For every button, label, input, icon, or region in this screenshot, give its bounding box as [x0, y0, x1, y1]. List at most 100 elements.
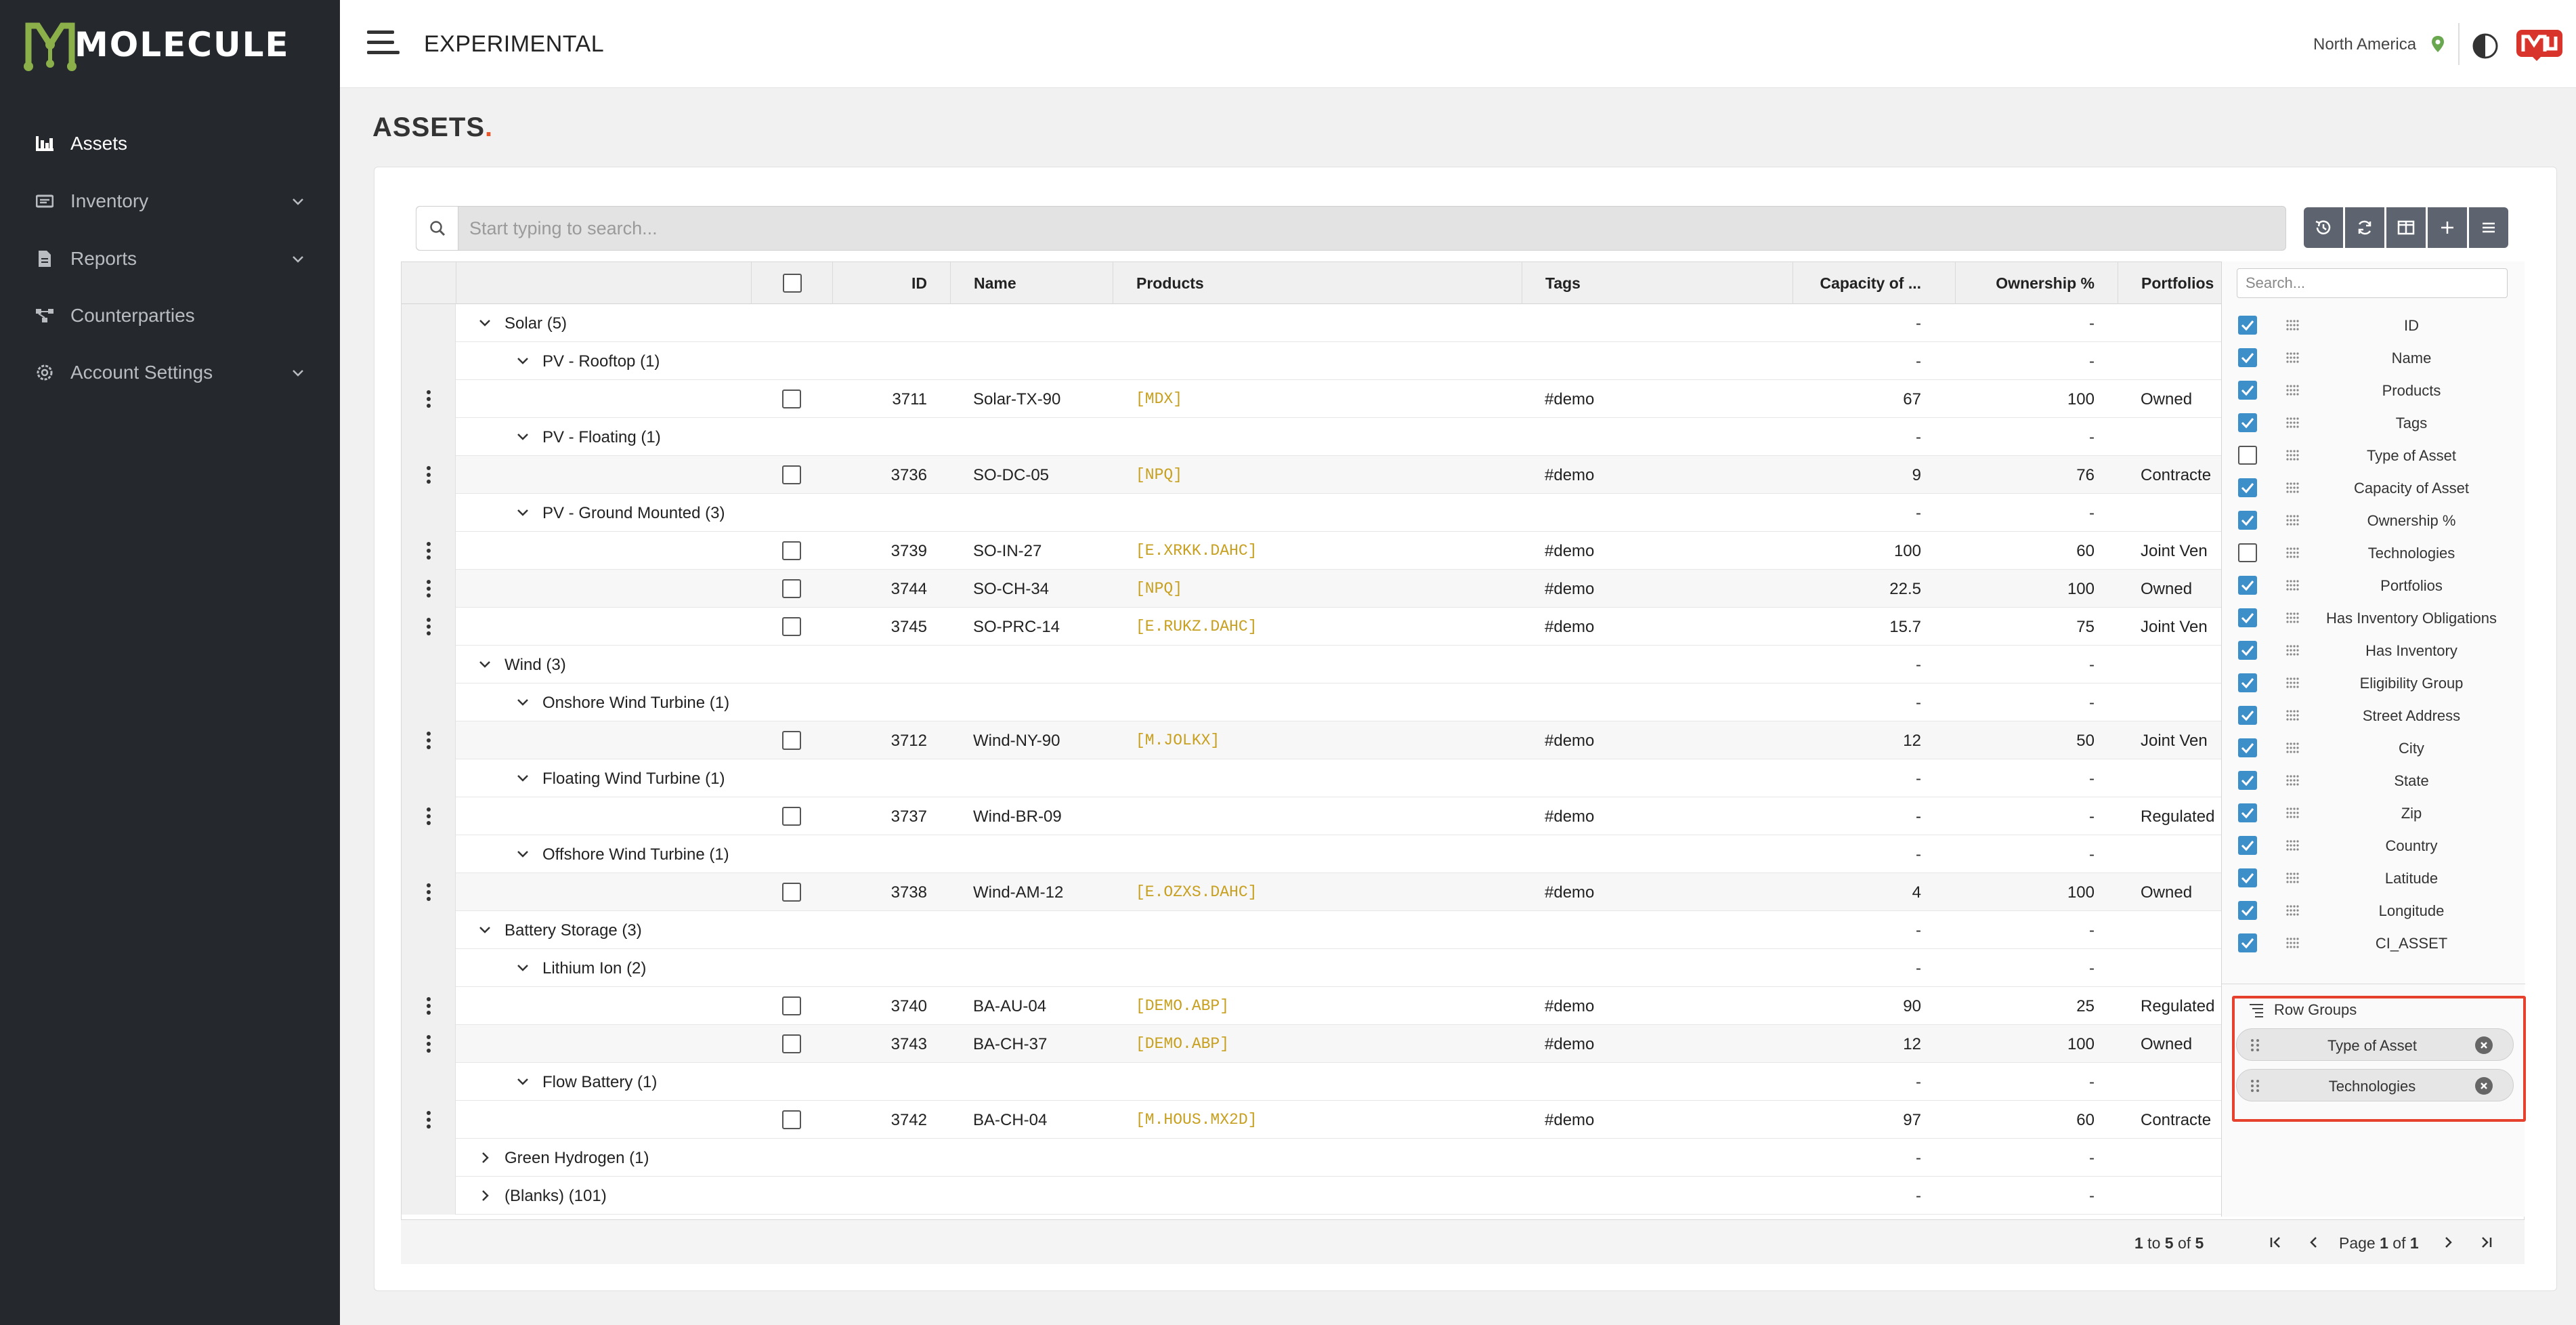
row-checkbox[interactable]: [782, 1034, 801, 1053]
drag-handle-icon[interactable]: [2285, 513, 2300, 527]
table-row[interactable]: 3742 BA-CH-04 [M.HOUS.MX2D] #demo 97 60 Contra…: [402, 1101, 2222, 1139]
add-asset-button[interactable]: [2428, 207, 2467, 248]
column-header-products[interactable]: Products: [1113, 262, 1522, 304]
column-toggle-row[interactable]: Longitude: [2222, 894, 2525, 927]
column-toggle-row[interactable]: Type of Asset: [2222, 439, 2525, 471]
column-toggle-row[interactable]: Tags: [2222, 406, 2525, 439]
column-header-portfolios[interactable]: Portfolios: [2118, 262, 2226, 304]
table-row[interactable]: 3738 Wind-AM-12 [E.OZXS.DAHC] #demo 4 100 Owne…: [402, 873, 2222, 911]
drag-handle-icon[interactable]: [2285, 448, 2300, 462]
column-checkbox[interactable]: [2238, 641, 2257, 660]
column-checkbox[interactable]: [2238, 771, 2257, 790]
column-toggle-row[interactable]: Street Address: [2222, 699, 2525, 732]
theme-toggle-icon[interactable]: [2472, 33, 2499, 60]
column-toggle-row[interactable]: CI_ASSET: [2222, 927, 2525, 959]
more-vertical-icon[interactable]: [426, 807, 431, 825]
asset-products[interactable]: [NPQ]: [1136, 580, 1515, 597]
asset-products[interactable]: [DEMO.ABP]: [1136, 1035, 1515, 1053]
drag-handle-icon[interactable]: [2285, 676, 2300, 690]
more-vertical-icon[interactable]: [426, 1035, 431, 1053]
drag-handle-icon[interactable]: [2285, 546, 2300, 560]
column-checkbox[interactable]: [2238, 673, 2257, 692]
column-toggle-row[interactable]: State: [2222, 764, 2525, 797]
column-search-input[interactable]: [2237, 268, 2508, 298]
row-actions-cell[interactable]: [402, 456, 456, 494]
row-actions-cell[interactable]: [402, 797, 456, 835]
column-checkbox[interactable]: [2238, 316, 2257, 335]
more-vertical-icon[interactable]: [426, 732, 431, 749]
row-actions-cell[interactable]: [402, 1025, 456, 1063]
table-row[interactable]: 3743 BA-CH-37 [DEMO.ABP] #demo 12 100 Owned: [402, 1025, 2222, 1063]
row-checkbox[interactable]: [782, 390, 801, 408]
group-row[interactable]: Solar (5) - -: [402, 304, 2222, 342]
row-actions-cell[interactable]: [402, 532, 456, 570]
drag-handle-icon[interactable]: [2285, 741, 2300, 755]
drag-handle-icon[interactable]: [2249, 1038, 2262, 1052]
chevron-down-icon[interactable]: [515, 695, 530, 710]
chevron-down-icon[interactable]: [515, 961, 530, 975]
column-toggle-row[interactable]: Name: [2222, 341, 2525, 374]
group-row[interactable]: Offshore Wind Turbine (1) - -: [402, 835, 2222, 873]
column-header-id[interactable]: ID: [832, 262, 950, 304]
logo[interactable]: MOLECULE: [22, 16, 290, 73]
row-checkbox[interactable]: [782, 731, 801, 750]
sidebar-item-account-settings[interactable]: Account Settings: [0, 344, 340, 401]
asset-products[interactable]: [E.RUKZ.DAHC]: [1136, 618, 1515, 635]
drag-handle-icon[interactable]: [2285, 351, 2300, 364]
chevron-down-icon[interactable]: [477, 316, 492, 331]
group-row[interactable]: Lithium Ion (2) - -: [402, 949, 2222, 987]
asset-products[interactable]: [MDX]: [1136, 390, 1515, 408]
row-checkbox[interactable]: [782, 883, 801, 902]
column-toggle-row[interactable]: Portfolios: [2222, 569, 2525, 602]
search-icon[interactable]: [416, 207, 458, 250]
column-header-tags[interactable]: Tags: [1522, 262, 1793, 304]
group-row[interactable]: Floating Wind Turbine (1) - -: [402, 759, 2222, 797]
remove-row-group-icon[interactable]: [2475, 1036, 2493, 1054]
drag-handle-icon[interactable]: [2285, 774, 2300, 787]
region-selector[interactable]: North America: [2313, 35, 2416, 54]
chevron-right-icon[interactable]: [477, 1188, 492, 1203]
table-row[interactable]: 3712 Wind-NY-90 [M.JOLKX] #demo 12 50 Joint Ve…: [402, 721, 2222, 759]
column-toggle-row[interactable]: Products: [2222, 374, 2525, 406]
row-checkbox[interactable]: [782, 807, 801, 826]
row-checkbox[interactable]: [782, 541, 801, 560]
chevron-right-icon[interactable]: [477, 1150, 492, 1165]
column-toggle-row[interactable]: Ownership %: [2222, 504, 2525, 537]
row-actions-cell[interactable]: [402, 380, 456, 418]
table-row[interactable]: 3737 Wind-BR-09 #demo - - Regulated: [402, 797, 2222, 835]
column-toggle-row[interactable]: Country: [2222, 829, 2525, 862]
select-all-checkbox[interactable]: [782, 274, 802, 293]
column-checkbox[interactable]: [2238, 836, 2257, 855]
table-row[interactable]: 3745 SO-PRC-14 [E.RUKZ.DAHC] #demo 15.7 75 Joi…: [402, 608, 2222, 646]
row-checkbox[interactable]: [782, 996, 801, 1015]
column-header-capacity[interactable]: Capacity of ...: [1793, 262, 1955, 304]
drag-handle-icon[interactable]: [2285, 709, 2300, 722]
chevron-down-icon[interactable]: [515, 354, 530, 369]
sidebar-item-inventory[interactable]: Inventory: [0, 173, 340, 230]
more-vertical-icon[interactable]: [426, 390, 431, 408]
table-row[interactable]: 3711 Solar-TX-90 [MDX] #demo 67 100 Owned: [402, 380, 2222, 418]
drag-handle-icon[interactable]: [2285, 936, 2300, 950]
column-checkbox[interactable]: [2238, 576, 2257, 595]
asset-products[interactable]: [NPQ]: [1136, 466, 1515, 484]
column-toggle-row[interactable]: Latitude: [2222, 862, 2525, 894]
column-checkbox[interactable]: [2238, 738, 2257, 757]
first-page-icon[interactable]: [2267, 1234, 2285, 1251]
chevron-down-icon[interactable]: [515, 1074, 530, 1089]
column-toggle-row[interactable]: Has Inventory Obligations: [2222, 602, 2525, 634]
column-header-name[interactable]: Name: [950, 262, 1113, 304]
drag-handle-icon[interactable]: [2285, 579, 2300, 592]
sidebar-item-reports[interactable]: Reports: [0, 230, 340, 287]
drag-handle-icon[interactable]: [2249, 1079, 2262, 1093]
group-row[interactable]: (Blanks) (101) - -: [402, 1177, 2222, 1215]
column-toggle-row[interactable]: City: [2222, 732, 2525, 764]
chevron-down-icon[interactable]: [515, 847, 530, 862]
more-vertical-icon[interactable]: [426, 466, 431, 484]
column-toggle-row[interactable]: Eligibility Group: [2222, 667, 2525, 699]
asset-products[interactable]: [M.HOUS.MX2D]: [1136, 1111, 1515, 1129]
column-toggle-row[interactable]: Zip: [2222, 797, 2525, 829]
group-row[interactable]: Green Hydrogen (1) - -: [402, 1139, 2222, 1177]
drag-handle-icon[interactable]: [2285, 481, 2300, 495]
row-actions-cell[interactable]: [402, 873, 456, 911]
row-checkbox[interactable]: [782, 579, 801, 598]
